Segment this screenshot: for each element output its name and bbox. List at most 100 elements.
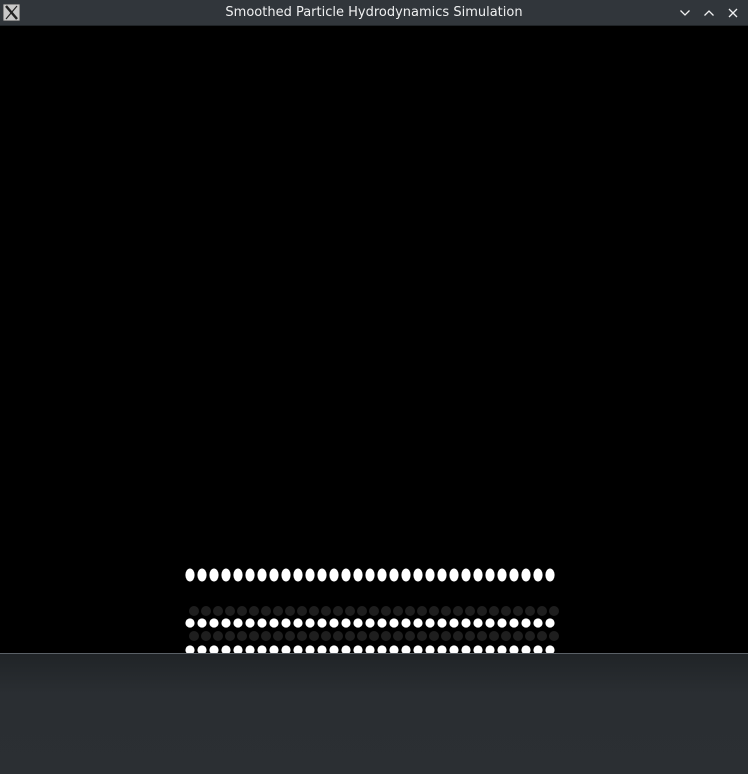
particle-trail (537, 631, 547, 641)
particle (257, 618, 267, 628)
particle (509, 618, 519, 628)
particle-trail (213, 606, 223, 616)
particle-trail (225, 631, 235, 641)
particle (221, 568, 231, 582)
particle (521, 618, 531, 628)
close-icon (728, 8, 738, 17)
particle-trail (369, 606, 379, 616)
particle (317, 645, 327, 653)
simulation-canvas[interactable] (0, 26, 748, 653)
particle (497, 568, 507, 582)
particle (437, 618, 447, 628)
particle-trail (465, 606, 475, 616)
particle (389, 645, 399, 653)
particle-trail (261, 606, 271, 616)
particle (353, 618, 363, 628)
particle-trail (453, 606, 463, 616)
particle (437, 645, 447, 653)
particle-trail (189, 606, 199, 616)
desktop-background (0, 654, 748, 774)
particle-trail (405, 631, 415, 641)
particle (341, 618, 351, 628)
particle-trail (477, 606, 487, 616)
chevron-up-icon (704, 9, 714, 16)
particle-trail (345, 631, 355, 641)
particle (413, 568, 423, 582)
particle (329, 618, 339, 628)
particle-trail (273, 606, 283, 616)
particle-trail (237, 631, 247, 641)
particle (185, 618, 195, 628)
particle (185, 645, 195, 653)
particle (365, 568, 375, 582)
minimize-button[interactable] (675, 3, 695, 22)
particle (449, 645, 459, 653)
particle (233, 568, 243, 582)
particle-trail (405, 606, 415, 616)
particle (185, 568, 195, 582)
particle (449, 568, 459, 582)
particle (461, 568, 471, 582)
particle (509, 568, 519, 582)
close-button[interactable] (723, 3, 743, 22)
particle-trail (249, 606, 259, 616)
x11-app-icon[interactable] (3, 4, 20, 21)
particle (197, 618, 207, 628)
particle (449, 618, 459, 628)
particle (353, 568, 363, 582)
particle (305, 618, 315, 628)
particle (269, 645, 279, 653)
particle (293, 645, 303, 653)
particle-trail (525, 631, 535, 641)
particle (461, 645, 471, 653)
particle-trail (381, 606, 391, 616)
particle (533, 618, 543, 628)
particle (461, 618, 471, 628)
particle (257, 645, 267, 653)
particle (485, 618, 495, 628)
particle-trail (417, 631, 427, 641)
particle-trail (309, 631, 319, 641)
particle-trail (465, 631, 475, 641)
particle (245, 645, 255, 653)
particle (473, 645, 483, 653)
particle-trail (333, 631, 343, 641)
particle (533, 645, 543, 653)
particle (257, 568, 267, 582)
particle (293, 618, 303, 628)
particle-trail (285, 631, 295, 641)
title-bar[interactable]: Smoothed Particle Hydrodynamics Simulati… (0, 0, 748, 26)
particle (473, 568, 483, 582)
particle-trail (225, 606, 235, 616)
particle-trail (309, 606, 319, 616)
particle (401, 645, 411, 653)
particle-trail (357, 631, 367, 641)
particle-trail (333, 606, 343, 616)
particle-trail (201, 606, 211, 616)
particle-trail (213, 631, 223, 641)
particle-trail (429, 606, 439, 616)
particle (233, 618, 243, 628)
particle (473, 618, 483, 628)
particle-trail (477, 631, 487, 641)
particle (245, 618, 255, 628)
particle-trail (549, 631, 559, 641)
particle (377, 568, 387, 582)
particle (437, 568, 447, 582)
particle-trail (357, 606, 367, 616)
particle (233, 645, 243, 653)
particle (329, 568, 339, 582)
particle (545, 618, 555, 628)
maximize-button[interactable] (699, 3, 719, 22)
particle (425, 645, 435, 653)
particle (401, 568, 411, 582)
particle (545, 645, 555, 653)
particle-trail (249, 631, 259, 641)
particle (269, 568, 279, 582)
particle (329, 645, 339, 653)
particle-trail (393, 631, 403, 641)
particle (341, 645, 351, 653)
particle (281, 618, 291, 628)
particle (497, 645, 507, 653)
particle (221, 645, 231, 653)
